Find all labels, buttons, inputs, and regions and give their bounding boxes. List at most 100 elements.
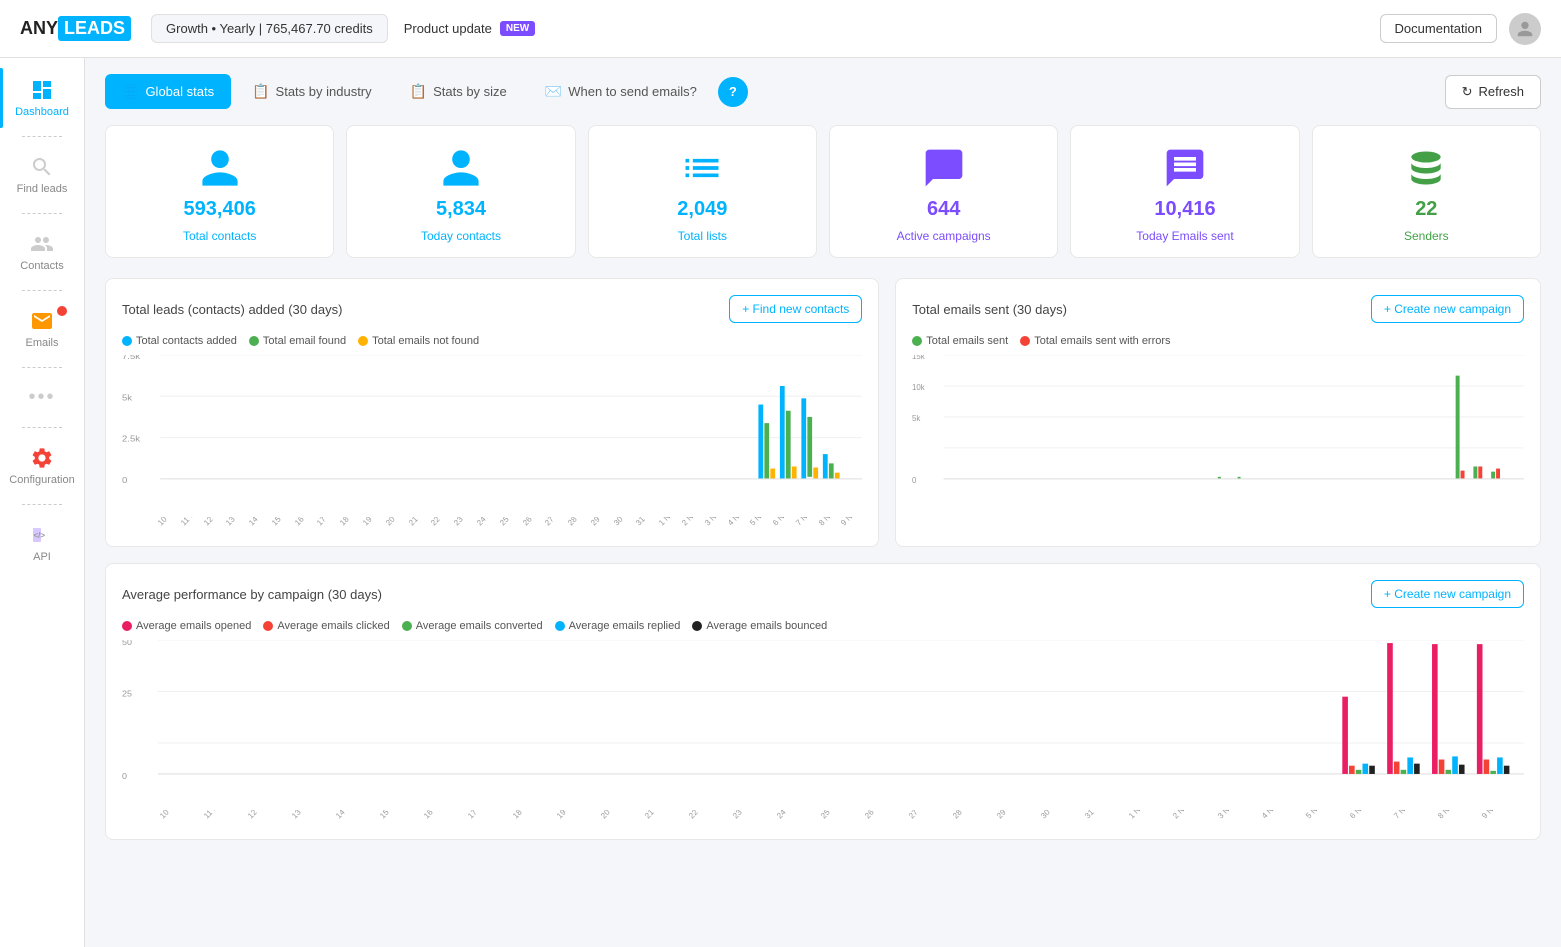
svg-text:0: 0	[122, 476, 127, 485]
chart1-area: 7.5k 5k 2.5k 0	[122, 355, 862, 515]
legend-emails-sent: Total emails sent	[912, 335, 1008, 347]
legend-dot-blue	[122, 336, 132, 346]
create-campaign-button-2[interactable]: + Create new campaign	[1371, 580, 1524, 608]
sidebar-divider-1	[22, 136, 62, 137]
sidebar-item-api[interactable]: </> API	[0, 513, 84, 573]
legend-dot-yellow	[358, 336, 368, 346]
sidebar-label-dashboard: Dashboard	[15, 106, 69, 118]
tab-help[interactable]: ?	[718, 77, 748, 107]
main-content: 🌐 Global stats 📋 Stats by industry 📋 Sta…	[85, 58, 1561, 947]
total-contacts-icon	[198, 146, 242, 190]
tab-when-to-send[interactable]: ✉️ When to send emails?	[528, 74, 714, 109]
documentation-button[interactable]: Documentation	[1380, 14, 1497, 43]
chart3-x-labels: 10 Oct11 Oct12 Oct13 Oct14 Oct15 Oct16 O…	[158, 810, 1524, 823]
tab-stats-by-industry-label: Stats by industry	[276, 84, 372, 99]
svg-text:50: 50	[122, 640, 132, 647]
refresh-label: Refresh	[1478, 84, 1524, 99]
sidebar-item-more[interactable]: •••	[0, 376, 84, 419]
globe-icon: 🌐	[122, 83, 139, 100]
product-update-label: Product update	[404, 21, 492, 36]
chart2-header: Total emails sent (30 days) + Create new…	[912, 295, 1524, 323]
today-emails-label: Today Emails sent	[1136, 229, 1233, 243]
svg-text:10k: 10k	[912, 383, 926, 392]
legend-avg-clicked: Average emails clicked	[263, 620, 389, 632]
chart3-title: Average performance by campaign (30 days…	[122, 587, 382, 602]
plan-label: Growth • Yearly | 765,467.70 credits	[151, 14, 388, 43]
sidebar: Dashboard Find leads Contacts Emails •••…	[0, 58, 85, 947]
senders-value: 22	[1415, 198, 1437, 221]
legend-dot-green2	[912, 336, 922, 346]
more-icon: •••	[28, 386, 55, 409]
today-contacts-icon	[439, 146, 483, 190]
legend-dot-red3	[263, 621, 273, 631]
tab-when-to-send-label: When to send emails?	[568, 84, 697, 99]
chart3-svg: 50 25 0	[122, 640, 1524, 810]
legend-total-contacts-added: Total contacts added	[122, 335, 237, 347]
chart2-svg: 15k 10k 5k 0	[912, 355, 1524, 515]
legend-label-avg-replied: Average emails replied	[569, 620, 681, 632]
sidebar-divider-5	[22, 427, 62, 428]
legend-label-avg-opened: Average emails opened	[136, 620, 251, 632]
svg-text:25: 25	[122, 689, 132, 699]
legend-dot-pink	[122, 621, 132, 631]
charts-row-1: Total leads (contacts) added (30 days) +…	[105, 278, 1541, 547]
tab-global-stats[interactable]: 🌐 Global stats	[105, 74, 231, 109]
sidebar-item-contacts[interactable]: Contacts	[0, 222, 84, 282]
chart-total-emails: Total emails sent (30 days) + Create new…	[895, 278, 1541, 547]
sidebar-item-emails[interactable]: Emails	[0, 299, 84, 359]
total-contacts-value: 593,406	[184, 198, 256, 221]
legend-label-emails-errors: Total emails sent with errors	[1034, 335, 1170, 347]
refresh-button[interactable]: ↻ Refresh	[1445, 75, 1541, 109]
stats-grid: 593,406 Total contacts 5,834 Today conta…	[105, 125, 1541, 258]
tab-stats-by-size[interactable]: 📋 Stats by size	[393, 74, 524, 109]
legend-label-blue: Total contacts added	[136, 335, 237, 347]
sidebar-divider-2	[22, 213, 62, 214]
legend-avg-bounced: Average emails bounced	[692, 620, 827, 632]
sidebar-label-api: API	[33, 551, 51, 563]
legend-dot-red2	[1020, 336, 1030, 346]
stat-card-total-lists: 2,049 Total lists	[588, 125, 817, 258]
legend-avg-opened: Average emails opened	[122, 620, 251, 632]
senders-label: Senders	[1404, 229, 1449, 243]
today-emails-value: 10,416	[1154, 198, 1215, 221]
product-update: Product update NEW	[404, 21, 536, 36]
header: ANYLEADS Growth • Yearly | 765,467.70 cr…	[0, 0, 1561, 58]
dashboard-icon	[30, 78, 54, 102]
new-badge: NEW	[500, 21, 535, 36]
senders-icon	[1404, 146, 1448, 190]
chart-average-performance: Average performance by campaign (30 days…	[105, 563, 1541, 840]
today-contacts-value: 5,834	[436, 198, 486, 221]
email-error-badge	[56, 305, 68, 317]
sidebar-item-configuration[interactable]: Configuration	[0, 436, 84, 496]
chart1-title: Total leads (contacts) added (30 days)	[122, 302, 342, 317]
stat-card-total-contacts: 593,406 Total contacts	[105, 125, 334, 258]
stat-card-active-campaigns: 644 Active campaigns	[829, 125, 1058, 258]
svg-text:15k: 15k	[912, 355, 926, 361]
chart2-title: Total emails sent (30 days)	[912, 302, 1067, 317]
stat-card-senders: 22 Senders	[1312, 125, 1541, 258]
find-new-contacts-button[interactable]: + Find new contacts	[729, 295, 862, 323]
sidebar-label-find-leads: Find leads	[17, 183, 68, 195]
legend-label-avg-bounced: Average emails bounced	[706, 620, 827, 632]
logo: ANYLEADS	[20, 16, 131, 41]
sidebar-item-dashboard[interactable]: Dashboard	[0, 68, 84, 128]
chart1-svg: 7.5k 5k 2.5k 0	[122, 355, 862, 515]
help-icon: ?	[729, 84, 737, 99]
legend-label-avg-clicked: Average emails clicked	[277, 620, 389, 632]
legend-avg-converted: Average emails converted	[402, 620, 543, 632]
chart2-legend: Total emails sent Total emails sent with…	[912, 335, 1524, 347]
chart3-legend: Average emails opened Average emails cli…	[122, 620, 1524, 632]
tab-global-stats-label: Global stats	[145, 84, 214, 99]
legend-total-email-found: Total email found	[249, 335, 346, 347]
create-campaign-button-1[interactable]: + Create new campaign	[1371, 295, 1524, 323]
sidebar-divider-6	[22, 504, 62, 505]
total-lists-icon	[680, 146, 724, 190]
sidebar-divider-4	[22, 367, 62, 368]
sidebar-divider-3	[22, 290, 62, 291]
chart1-legend: Total contacts added Total email found T…	[122, 335, 862, 347]
tab-stats-by-industry[interactable]: 📋 Stats by industry	[235, 74, 389, 109]
avatar[interactable]	[1509, 13, 1541, 45]
find-leads-icon	[30, 155, 54, 179]
emails-icon	[30, 309, 54, 333]
sidebar-item-find-leads[interactable]: Find leads	[0, 145, 84, 205]
